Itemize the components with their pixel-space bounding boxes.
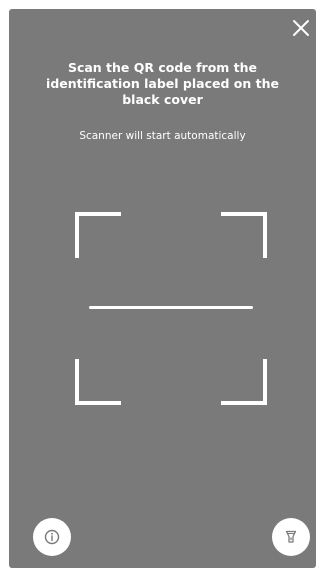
flashlight-button[interactable] (272, 518, 310, 556)
scan-frame (75, 212, 267, 405)
scan-frame-corner-top-right (221, 212, 267, 258)
close-button[interactable] (290, 17, 312, 39)
scan-frame-corner-top-left (75, 212, 121, 258)
scan-line (89, 306, 253, 309)
close-icon (293, 20, 309, 36)
info-button[interactable] (33, 518, 71, 556)
info-icon (44, 529, 60, 545)
scanner-screen: Scan the QR code from the identification… (9, 9, 316, 568)
scan-frame-corner-bottom-right (221, 359, 267, 405)
flashlight-icon (285, 530, 297, 543)
scan-frame-corner-bottom-left (75, 359, 121, 405)
scan-instruction-title: Scan the QR code from the identification… (46, 60, 279, 107)
scan-instruction-subtitle: Scanner will start automatically (79, 130, 246, 142)
